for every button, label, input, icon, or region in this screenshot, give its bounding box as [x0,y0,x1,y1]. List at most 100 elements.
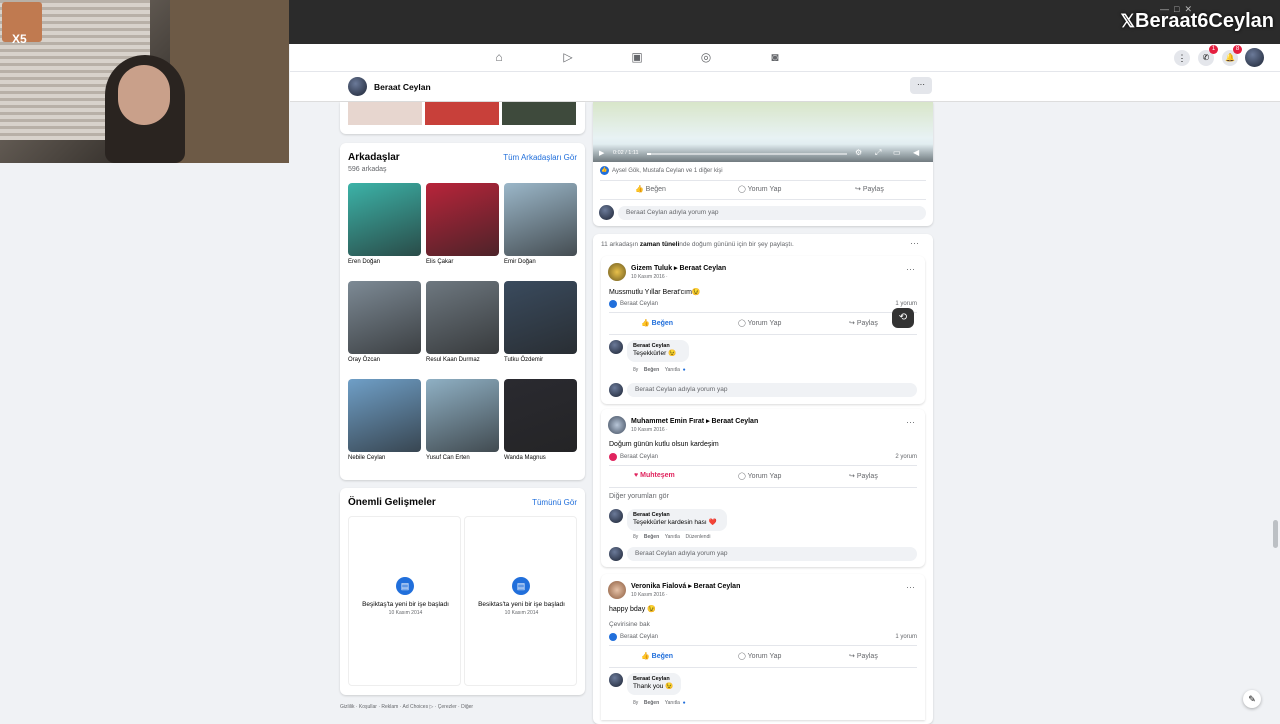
author-avatar[interactable] [608,416,626,434]
comment-like-link[interactable]: Beğen [644,534,659,540]
like-button[interactable]: 👍 Beğen [641,319,673,327]
friend-name[interactable]: Oray Özcan [348,357,380,363]
reactor-name[interactable]: Beraat Ceylan [620,634,658,640]
reactor-name[interactable]: Beraat Ceylan [620,454,658,460]
video-player[interactable]: ▶ 0:02 / 1:11 ⚙ ⤢ ▭ ◀ [593,102,933,162]
account-avatar[interactable] [1245,48,1264,67]
comment-count[interactable]: 2 yorum [895,454,917,460]
friend-photo[interactable] [504,379,577,452]
like-reaction-icon: 👍 [600,166,609,175]
settings-icon[interactable]: ⚙ [855,148,862,157]
share-button[interactable]: ↪ Paylaş [849,319,878,327]
volume-icon[interactable]: ◀ [913,148,919,157]
more-comments-link[interactable]: Diğer yorumları gör [609,493,669,500]
photo-thumb[interactable] [425,102,499,125]
comment-input[interactable]: Beraat Ceylan adıyla yorum yap [627,547,917,561]
post-author[interactable]: Veronika Fialová ▸ Beraat Ceylan [631,582,740,590]
friend-photo[interactable] [348,281,421,354]
event-text: Beşiktaş'ta yeni bir işe başladı [362,601,449,608]
marketplace-icon[interactable]: ▣ [630,50,644,64]
friend-name[interactable]: Resul Kaan Durmaz [426,357,480,363]
friend-name[interactable]: Nebile Ceylan [348,455,385,461]
friend-photo[interactable] [348,379,421,452]
reply-avatar[interactable] [609,509,623,523]
comment-input[interactable]: Beraat Ceylan adıyla yorum yap [627,383,917,397]
video-icon[interactable]: ▷ [561,50,575,64]
video-progress[interactable] [647,153,847,155]
friend-photo[interactable] [426,281,499,354]
share-button[interactable]: ↪ Paylaş [849,472,878,480]
post-menu-icon[interactable]: ··· [906,264,915,274]
comment-reply-link[interactable]: Yanıtla [665,534,680,540]
reply-avatar[interactable] [609,340,623,354]
play-icon[interactable]: ▶ [599,149,604,157]
friend-photo[interactable] [348,183,421,256]
profile-avatar[interactable] [348,77,367,96]
love-button[interactable]: ♥ Muhteşem [634,472,675,479]
reaction-names[interactable]: Aysel Gök, Mustafa Ceylan ve 1 diğer kiş… [612,168,723,174]
author-avatar[interactable] [608,263,626,281]
gaming-icon[interactable]: ◙ [768,50,782,64]
like-button[interactable]: 👍 Beğen [635,185,666,193]
comment-button[interactable]: ◯ Yorum Yap [738,319,781,327]
comment-reply-link[interactable]: Yanıtla [665,700,680,706]
post-author[interactable]: Gizem Tuluk ▸ Beraat Ceylan [631,264,726,272]
friend-photo[interactable] [504,281,577,354]
reply-avatar[interactable] [609,673,623,687]
expand-icon[interactable]: ⤢ [875,148,881,158]
post-menu-icon[interactable]: ··· [906,582,915,592]
friend-name[interactable]: Emir Doğan [504,259,536,265]
comment-button[interactable]: ◯ Yorum Yap [738,652,781,660]
profile-name[interactable]: Beraat Ceylan [374,82,431,92]
friend-name[interactable]: Tutku Özdemir [504,357,543,363]
friend-photo[interactable] [426,183,499,256]
post-date[interactable]: 10 Kasım 2016 · [631,427,668,433]
comment-bubble: Beraat Ceylan Teşekkürler 😉 [627,340,689,362]
top-nav: ⌂ ▷ ▣ ◎ ◙ ⋮ ✆ 1 🔔 8 [290,44,1280,72]
webcam-overlay: X5 [0,0,289,163]
author-avatar[interactable] [608,581,626,599]
menu-icon[interactable]: ⋮ [1174,50,1190,66]
scrollbar-thumb[interactable] [1273,520,1278,548]
post-date[interactable]: 10 Kasım 2016 · [631,274,668,280]
comment-count[interactable]: 1 yorum [895,301,917,307]
groups-icon[interactable]: ◎ [699,50,713,64]
share-button[interactable]: ↪ Paylaş [855,185,884,193]
see-all-events-link[interactable]: Tümünü Gör [532,498,577,507]
comment-text: Thank you 😉 [633,683,674,690]
comment-button[interactable]: ◯ Yorum Yap [738,185,781,193]
post-date[interactable]: 10 Kasım 2016 · [631,592,668,598]
refresh-icon[interactable]: ⟲ [892,308,914,328]
comment-button[interactable]: ◯ Yorum Yap [738,472,781,480]
home-icon[interactable]: ⌂ [492,50,506,64]
comment-like-link[interactable]: Beğen [644,700,659,706]
reactor-name[interactable]: Beraat Ceylan [620,301,658,307]
more-options-icon[interactable]: ··· [910,238,919,248]
post-menu-icon[interactable]: ··· [906,417,915,427]
friend-name[interactable]: Eren Doğan [348,259,380,265]
new-message-icon[interactable]: ✎ [1243,690,1261,708]
photo-thumb[interactable] [502,102,576,125]
photo-thumb[interactable] [348,102,422,125]
like-button[interactable]: 👍 Beğen [641,652,673,660]
pip-icon[interactable]: ▭ [893,148,901,157]
friend-name[interactable]: Yusuf Can Erten [426,455,470,461]
friend-name[interactable]: Wanda Magnus [504,455,546,461]
event-item[interactable]: ▤ Beşiktaş'ta yeni bir işe başladı 10 Ka… [348,516,461,686]
event-date: 10 Kasım 2014 [504,610,539,616]
footer-links[interactable]: Gizlilik · Koşullar · Reklam · Ad Choice… [340,704,473,710]
comment-count[interactable]: 1 yorum [895,634,917,640]
share-button[interactable]: ↪ Paylaş [849,652,878,660]
comment-reply-link[interactable]: Yanıtla [665,367,680,373]
more-button[interactable]: ··· [910,77,932,94]
friend-name[interactable]: Elis Çakar [426,259,453,265]
post-author[interactable]: Muhammet Emin Fırat ▸ Beraat Ceylan [631,417,758,425]
comment-input[interactable]: Beraat Ceylan adıyla yorum yap [618,206,926,220]
comment-like-link[interactable]: Beğen [644,367,659,373]
translate-link[interactable]: Çevirisine bak [609,621,650,628]
event-item[interactable]: ▤ Besiktas'ta yeni bir işe başladı 10 Ka… [464,516,577,686]
friend-photo[interactable] [504,183,577,256]
friend-photo[interactable] [426,379,499,452]
comment-bubble: Beraat Ceylan Thank you 😉 [627,673,681,695]
see-all-friends-link[interactable]: Tüm Arkadaşları Gör [503,153,577,162]
